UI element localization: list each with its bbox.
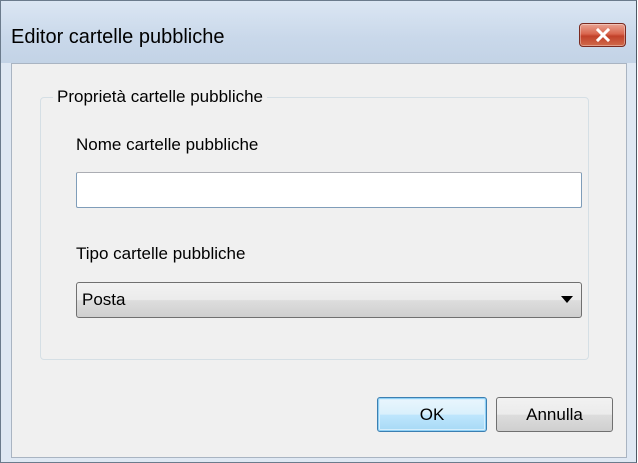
- group-title: Proprietà cartelle pubbliche: [53, 87, 268, 107]
- close-icon: [595, 28, 611, 42]
- window-title: Editor cartelle pubbliche: [11, 26, 225, 48]
- folder-type-label: Tipo cartelle pubbliche: [76, 244, 246, 263]
- title-bar[interactable]: Editor cartelle pubbliche: [1, 1, 636, 63]
- folder-type-select[interactable]: Posta: [76, 282, 582, 318]
- ok-button[interactable]: OK: [377, 397, 487, 432]
- folder-name-label: Nome cartelle pubbliche: [76, 135, 259, 154]
- dialog-window: Editor cartelle pubbliche Proprietà cart…: [0, 0, 637, 463]
- chevron-down-icon: [561, 296, 573, 303]
- dialog-body: Proprietà cartelle pubbliche Nome cartel…: [11, 63, 627, 458]
- cancel-button[interactable]: Annulla: [496, 397, 613, 432]
- folder-type-selected-value: Posta: [82, 290, 126, 309]
- public-folder-properties-group: Proprietà cartelle pubbliche Nome cartel…: [40, 87, 589, 360]
- folder-name-input[interactable]: [76, 172, 582, 208]
- close-button[interactable]: [579, 23, 626, 47]
